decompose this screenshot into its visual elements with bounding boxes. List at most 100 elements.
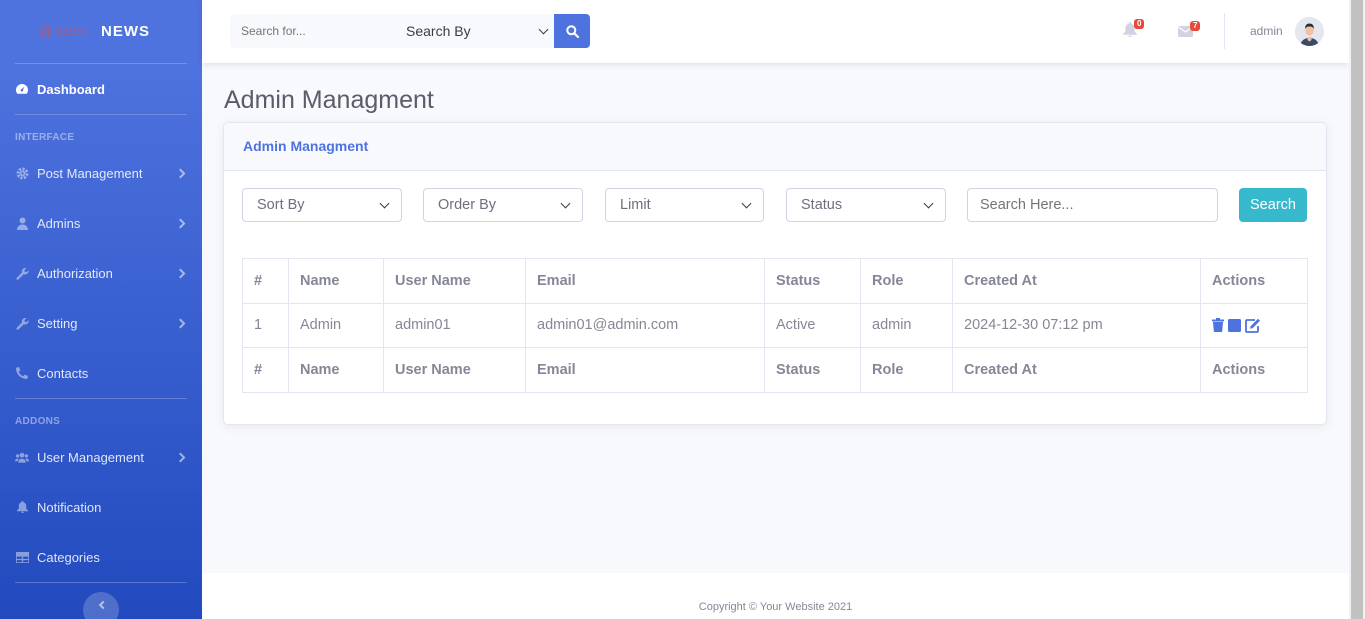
search-here-input[interactable] bbox=[967, 188, 1218, 222]
sidebar-item-authorization[interactable]: Authorization bbox=[0, 248, 202, 298]
column-header: # bbox=[242, 258, 289, 304]
avatar[interactable] bbox=[1295, 17, 1324, 46]
chevron-right-icon bbox=[175, 218, 186, 228]
status-select[interactable]: Status bbox=[786, 188, 946, 222]
search-by-select[interactable]: Search By bbox=[378, 14, 554, 48]
sidebar-item-label: User Management bbox=[37, 449, 144, 465]
globe-icon bbox=[40, 25, 52, 38]
sidebar-heading-addons: ADDONS bbox=[15, 416, 61, 427]
chevron-down-icon bbox=[379, 198, 390, 208]
column-header: User Name bbox=[383, 258, 526, 304]
sidebar: NEWS NEWS Dashboard INTERFACE Post Manag… bbox=[0, 0, 202, 619]
brand-name: NEWS bbox=[101, 23, 150, 40]
sidebar-item-categories[interactable]: Categories bbox=[0, 532, 202, 582]
sidebar-heading-interface: INTERFACE bbox=[15, 132, 75, 143]
table-row: 1 Admin admin01 admin01@admin.com Active… bbox=[242, 302, 1308, 348]
column-header: Name bbox=[288, 258, 384, 304]
scrollbar-thumb[interactable] bbox=[1351, 0, 1363, 619]
sort-by-select[interactable]: Sort By bbox=[242, 188, 402, 222]
bell-icon bbox=[15, 500, 29, 514]
column-header: User Name bbox=[383, 347, 526, 393]
chevron-right-icon bbox=[175, 168, 186, 178]
sidebar-item-post-management[interactable]: Post Management bbox=[0, 148, 202, 198]
user-icon bbox=[15, 216, 29, 230]
wrench-icon bbox=[15, 266, 29, 280]
search-by-label: Search By bbox=[406, 23, 471, 39]
column-header: Email bbox=[525, 347, 765, 393]
limit-select[interactable]: Limit bbox=[605, 188, 764, 222]
sidebar-item-label: Dashboard bbox=[37, 81, 105, 97]
column-header: Status bbox=[764, 347, 861, 393]
page-scrollbar[interactable] bbox=[1349, 0, 1365, 619]
order-by-select[interactable]: Order By bbox=[423, 188, 583, 222]
column-header: Role bbox=[860, 258, 953, 304]
sidebar-item-label: Notification bbox=[37, 499, 102, 515]
column-header: Created At bbox=[952, 258, 1201, 304]
table-footer-row: # Name User Name Email Status Role Creat… bbox=[242, 347, 1308, 393]
alerts-dropdown[interactable]: 0 bbox=[1123, 19, 1145, 42]
messages-dropdown[interactable]: 7 bbox=[1178, 21, 1201, 42]
table-icon bbox=[15, 550, 29, 564]
limit-label: Limit bbox=[620, 197, 651, 213]
column-header: Role bbox=[860, 347, 953, 393]
admins-table: # Name User Name Email Status Role Creat… bbox=[242, 258, 1308, 393]
order-by-label: Order By bbox=[438, 197, 497, 213]
sidebar-item-label: Categories bbox=[37, 549, 100, 565]
table-header-row: # Name User Name Email Status Role Creat… bbox=[242, 258, 1308, 304]
sidebar-item-setting[interactable]: Setting bbox=[0, 298, 202, 348]
column-header: Email bbox=[525, 258, 765, 304]
status-label: Status bbox=[801, 197, 843, 213]
cell-role: admin bbox=[860, 302, 953, 348]
sidebar-item-admins[interactable]: Admins bbox=[0, 198, 202, 248]
chevron-down-icon bbox=[538, 24, 549, 34]
sidebar-item-user-management[interactable]: User Management bbox=[0, 432, 202, 482]
sidebar-item-label: Contacts bbox=[37, 365, 89, 381]
search-input[interactable] bbox=[230, 14, 378, 48]
sidebar-item-label: Setting bbox=[37, 315, 78, 331]
brand-logo: NEWS bbox=[40, 25, 87, 38]
trash-icon[interactable] bbox=[1212, 318, 1224, 333]
sidebar-item-dashboard[interactable]: Dashboard bbox=[0, 64, 202, 114]
tachometer-icon bbox=[15, 82, 29, 96]
sidebar-toggle-button[interactable] bbox=[83, 592, 119, 619]
chevron-down-icon bbox=[560, 198, 571, 208]
cell-created-at: 2024-12-30 07:12 pm bbox=[952, 302, 1201, 348]
sidebar-item-notification[interactable]: Notification bbox=[0, 482, 202, 532]
column-header: Name bbox=[288, 347, 384, 393]
user-name[interactable]: admin bbox=[1250, 24, 1283, 38]
chevron-right-icon bbox=[175, 452, 186, 462]
phone-icon bbox=[15, 366, 29, 380]
gear-icon bbox=[15, 166, 29, 180]
cell-name: Admin bbox=[288, 302, 384, 348]
edit-icon[interactable] bbox=[1245, 318, 1261, 333]
sidebar-item-label: Authorization bbox=[37, 265, 113, 281]
admin-management-card: Admin Managment Sort By Order By Limit S… bbox=[223, 122, 1327, 425]
topbar: Search By 0 7 admin bbox=[202, 0, 1349, 63]
users-icon bbox=[15, 450, 29, 464]
card-title: Admin Managment bbox=[224, 123, 1326, 171]
cell-actions bbox=[1200, 302, 1308, 348]
chevron-left-icon bbox=[98, 600, 107, 610]
cell-username: admin01 bbox=[383, 302, 526, 348]
chevron-right-icon bbox=[175, 318, 186, 328]
square-icon[interactable] bbox=[1228, 318, 1241, 332]
column-header: Created At bbox=[952, 347, 1201, 393]
cell-id: 1 bbox=[242, 302, 289, 348]
topbar-divider bbox=[1224, 13, 1225, 49]
chevron-down-icon bbox=[923, 198, 934, 208]
search-button[interactable] bbox=[554, 14, 590, 48]
column-header: # bbox=[242, 347, 289, 393]
filter-search-button[interactable]: Search bbox=[1239, 188, 1307, 222]
column-header: Actions bbox=[1200, 347, 1308, 393]
search-icon bbox=[565, 24, 579, 38]
copyright-text: Copyright © Your Website 2021 bbox=[698, 601, 853, 613]
brand-link[interactable]: NEWS NEWS bbox=[0, 0, 202, 63]
chevron-right-icon bbox=[175, 268, 186, 278]
alerts-badge: 0 bbox=[1134, 19, 1145, 29]
sidebar-item-label: Admins bbox=[37, 215, 81, 231]
wrench-icon bbox=[15, 316, 29, 330]
sidebar-item-contacts[interactable]: Contacts bbox=[0, 348, 202, 398]
page-title: Admin Managment bbox=[224, 86, 434, 114]
cell-email: admin01@admin.com bbox=[525, 302, 765, 348]
column-header: Status bbox=[764, 258, 861, 304]
